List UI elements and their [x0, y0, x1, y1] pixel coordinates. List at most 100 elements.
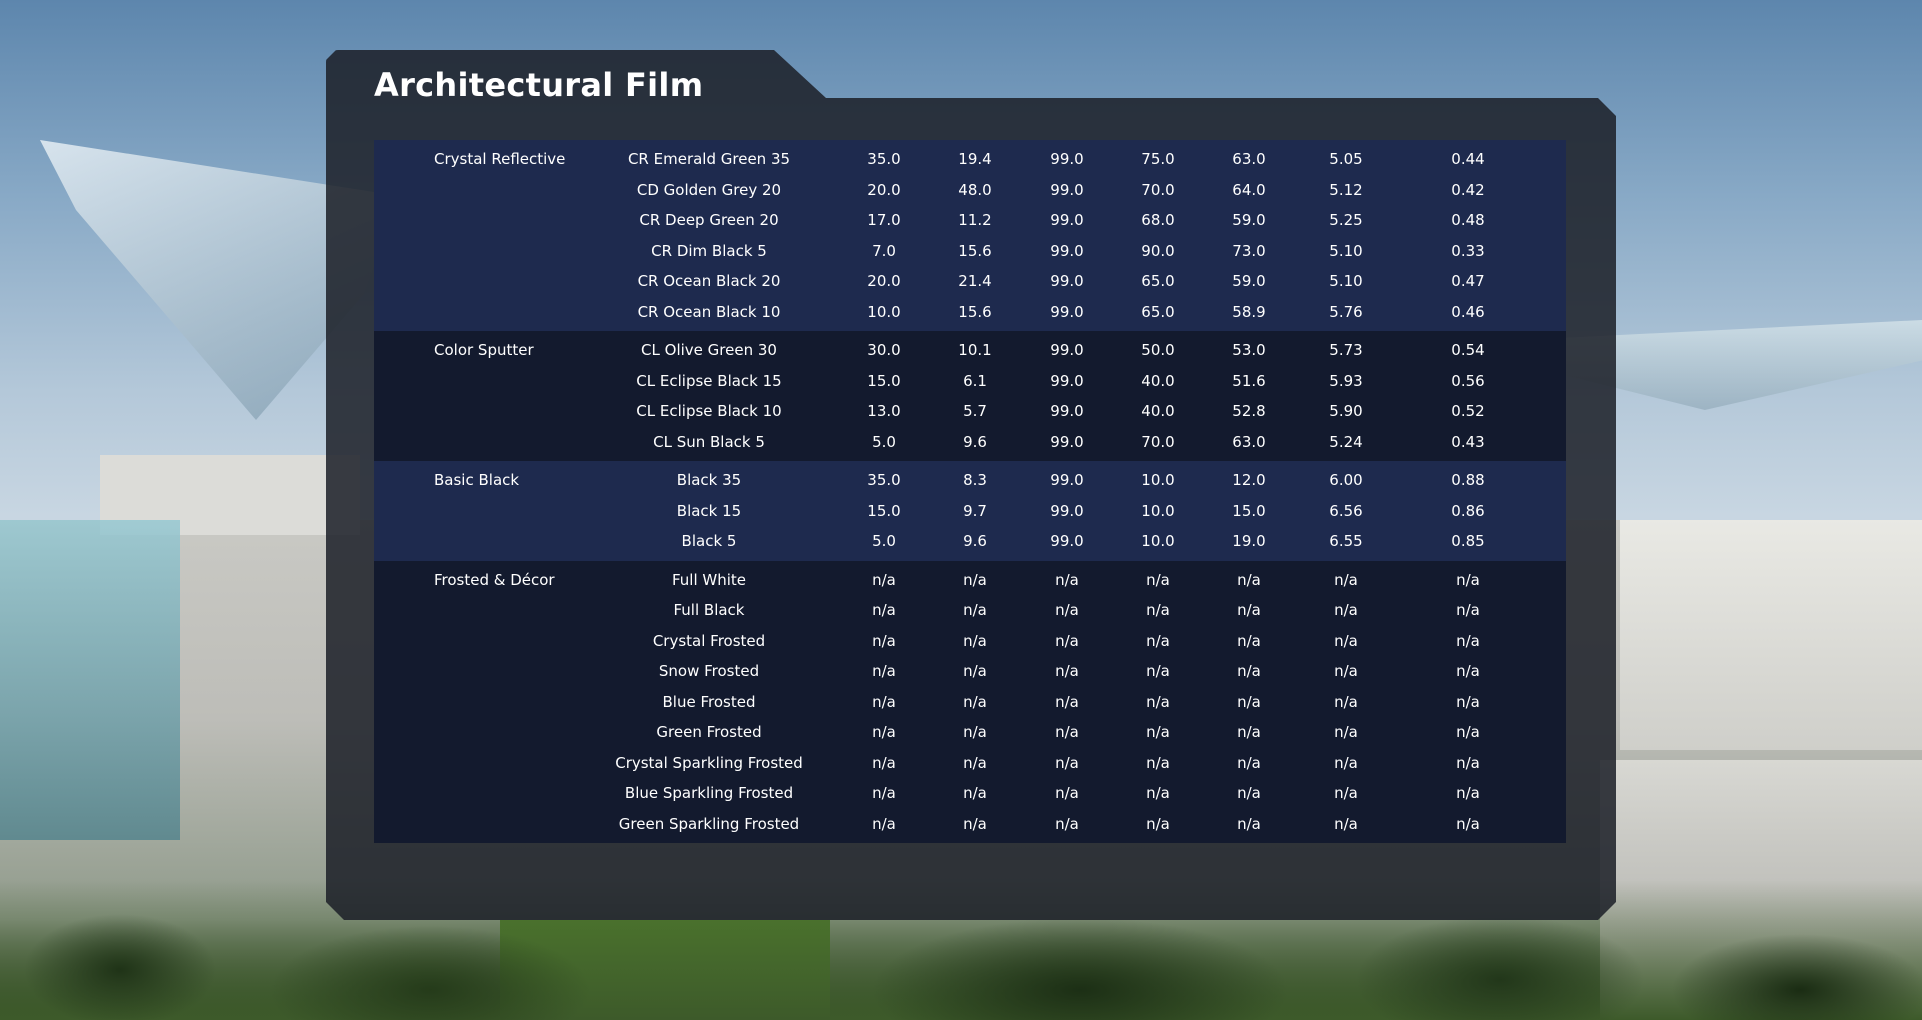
value-cell: 0.86: [1451, 501, 1485, 520]
value-cell: n/a: [1334, 814, 1358, 833]
value-cell: 15.0: [867, 371, 901, 390]
value-cell: n/a: [963, 692, 987, 711]
table-row: Blue Frosted n/a n/a n/a n/a n/a n/a n/a: [374, 687, 1566, 718]
value-cell: 50.0: [1141, 341, 1175, 359]
value-cell: 35.0: [867, 471, 901, 489]
value-cell: n/a: [1334, 601, 1358, 619]
value-cell: n/a: [1146, 814, 1170, 833]
product-name: Black 5: [681, 532, 737, 550]
product-name: Crystal Frosted: [652, 631, 766, 650]
product-name: CR Dim Black 5: [651, 241, 767, 260]
value-cell: n/a: [1055, 784, 1079, 802]
value-cell: 0.88: [1451, 471, 1485, 489]
value-cell: n/a: [1146, 570, 1170, 589]
product-name: CR Ocean Black 10: [637, 302, 781, 321]
value-cell: n/a: [1456, 692, 1480, 711]
group-label: Frosted & Décor: [434, 570, 555, 589]
value-cell: 65.0: [1141, 272, 1175, 290]
value-cell: n/a: [963, 662, 987, 680]
value-cell: 70.0: [1141, 432, 1175, 451]
product-name: Blue Sparkling Frosted: [624, 784, 794, 802]
group-label: Basic Black: [434, 471, 520, 489]
value-cell: 15.6: [958, 302, 992, 321]
value-cell: n/a: [1334, 662, 1358, 680]
value-cell: n/a: [1237, 753, 1261, 772]
value-cell: n/a: [1334, 753, 1358, 772]
table-row: Black 15 15.0 9.7 99.0 10.0 15.0 6.56 0.86: [374, 496, 1566, 527]
table-group: Basic Black Black 35 35.0 8.3 99.0 10.0 12.0 6.…: [374, 461, 1566, 561]
value-cell: 15.0: [1232, 501, 1266, 520]
value-cell: n/a: [1456, 570, 1480, 589]
value-cell: n/a: [1456, 631, 1480, 650]
table-row: CR Dim Black 5 7.0 15.6 99.0 90.0 73.0 5.10 0.3…: [374, 236, 1566, 267]
value-cell: 9.7: [963, 501, 987, 520]
value-cell: 0.46: [1451, 302, 1485, 321]
value-cell: 0.52: [1451, 402, 1485, 420]
table-row: Frosted & Décor Full White n/a n/a n/a n/a n/a…: [374, 565, 1566, 596]
value-cell: 10.1: [958, 341, 992, 359]
value-cell: 99.0: [1050, 272, 1084, 290]
value-cell: 0.54: [1451, 341, 1485, 359]
page-title: Architectural Film: [374, 66, 704, 104]
value-cell: 51.6: [1232, 371, 1266, 390]
value-cell: n/a: [1055, 601, 1079, 619]
value-cell: n/a: [1055, 814, 1079, 833]
value-cell: n/a: [1146, 784, 1170, 802]
value-cell: 6.56: [1329, 501, 1363, 520]
value-cell: 65.0: [1141, 302, 1175, 321]
value-cell: 21.4: [958, 272, 992, 290]
product-name: Full Black: [673, 601, 745, 619]
table-row: CL Sun Black 5 5.0 9.6 99.0 70.0 63.0 5.24 0.43: [374, 427, 1566, 458]
table-row: Snow Frosted n/a n/a n/a n/a n/a n/a n/a: [374, 656, 1566, 687]
value-cell: 10.0: [867, 302, 901, 321]
table-row: CL Eclipse Black 10 13.0 5.7 99.0 40.0 52.8 5.…: [374, 396, 1566, 427]
value-cell: n/a: [1237, 814, 1261, 833]
table-row: Crystal Reflective CR Emerald Green 35 35.…: [374, 144, 1566, 175]
product-name: Black 15: [676, 501, 742, 520]
table-row: Crystal Sparkling Frosted n/a n/a n/a n/a n/a…: [374, 748, 1566, 779]
value-cell: 15.0: [867, 501, 901, 520]
value-cell: n/a: [1055, 570, 1079, 589]
table-group: Crystal Reflective CR Emerald Green 35 35.…: [374, 140, 1566, 331]
value-cell: 6.00: [1329, 471, 1363, 489]
product-name: Blue Frosted: [662, 692, 756, 711]
value-cell: 75.0: [1141, 150, 1175, 168]
value-cell: 5.73: [1329, 341, 1363, 359]
value-cell: n/a: [872, 784, 896, 802]
value-cell: n/a: [1146, 601, 1170, 619]
table-row: Blue Sparkling Frosted n/a n/a n/a n/a n/a n/a…: [374, 778, 1566, 809]
table-group: Color Sputter CL Olive Green 30 30.0 10.1 99…: [374, 331, 1566, 461]
value-cell: 40.0: [1141, 371, 1175, 390]
product-name: CL Olive Green 30: [641, 341, 777, 359]
table-row: CR Ocean Black 10 10.0 15.6 99.0 65.0 58.9 5.7…: [374, 297, 1566, 328]
value-cell: 5.25: [1329, 211, 1363, 229]
value-cell: 99.0: [1050, 501, 1084, 520]
glass-building: [0, 520, 180, 840]
value-cell: n/a: [872, 601, 896, 619]
value-cell: n/a: [1055, 662, 1079, 680]
value-cell: 9.6: [963, 432, 987, 451]
value-cell: 5.7: [963, 402, 987, 420]
value-cell: n/a: [963, 570, 987, 589]
value-cell: 15.6: [958, 241, 992, 260]
value-cell: n/a: [963, 784, 987, 802]
product-name: Full White: [671, 570, 747, 589]
value-cell: 70.0: [1141, 180, 1175, 199]
value-cell: 0.43: [1451, 432, 1485, 451]
value-cell: 63.0: [1232, 432, 1266, 451]
value-cell: n/a: [1055, 631, 1079, 650]
value-cell: 0.48: [1451, 211, 1485, 229]
value-cell: n/a: [1146, 662, 1170, 680]
value-cell: 30.0: [867, 341, 901, 359]
table-row: Green Frosted n/a n/a n/a n/a n/a n/a n/a: [374, 717, 1566, 748]
product-name: Black 35: [676, 471, 742, 489]
value-cell: 58.9: [1232, 302, 1266, 321]
product-name: Snow Frosted: [658, 662, 760, 680]
value-cell: n/a: [1237, 570, 1261, 589]
building: [1620, 520, 1922, 750]
value-cell: 0.33: [1451, 241, 1485, 260]
value-cell: 5.76: [1329, 302, 1363, 321]
value-cell: n/a: [1237, 662, 1261, 680]
value-cell: 5.05: [1329, 150, 1363, 168]
value-cell: n/a: [1334, 631, 1358, 650]
